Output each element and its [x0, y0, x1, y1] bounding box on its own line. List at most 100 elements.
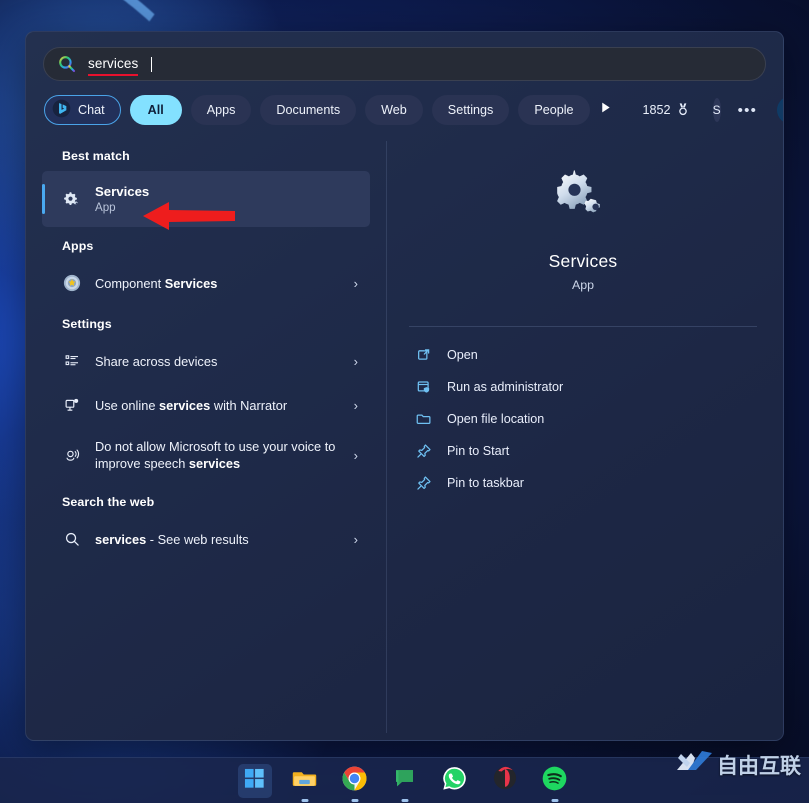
- tab-apps-label: Apps: [206, 103, 236, 117]
- action-run-as-administrator[interactable]: Run as administrator: [401, 371, 765, 403]
- preview-pane: Services App Open Run as administrator O…: [387, 137, 783, 725]
- folder-icon: [292, 766, 317, 796]
- tab-web[interactable]: Web: [365, 95, 423, 125]
- result-online-services-narrator-label: Use online services with Narrator: [95, 397, 288, 413]
- best-match-services-item[interactable]: Services App: [42, 171, 370, 227]
- tab-all-label: All: [147, 103, 164, 117]
- opera-icon: [493, 766, 517, 795]
- action-run-as-administrator-label: Run as administrator: [447, 380, 564, 394]
- narrator-icon: [62, 397, 82, 414]
- tab-all[interactable]: All: [129, 95, 182, 125]
- result-web-search[interactable]: services - See web results ›: [42, 517, 370, 561]
- search-query-wrap: services: [88, 55, 139, 76]
- action-pin-to-taskbar-label: Pin to taskbar: [447, 476, 525, 490]
- search-input[interactable]: services: [43, 47, 766, 81]
- result-speech-services-label: Do not allow Microsoft to use your voice…: [95, 439, 336, 471]
- tab-people-label: People: [534, 103, 574, 117]
- action-pin-to-start-label: Pin to Start: [447, 444, 510, 458]
- chevron-right-icon[interactable]: ›: [354, 354, 358, 369]
- windows-logo-icon: [244, 768, 265, 794]
- taskbar-spotify[interactable]: [538, 764, 572, 802]
- taskbar-file-explorer[interactable]: [288, 764, 322, 802]
- chevron-right-icon[interactable]: ›: [354, 448, 358, 463]
- spotify-icon: [542, 766, 567, 796]
- tab-apps[interactable]: Apps: [190, 95, 252, 125]
- chat-bubble-icon: [393, 767, 416, 795]
- text-caret: [151, 56, 153, 72]
- result-share-across-devices-label: Share across devices: [95, 353, 218, 369]
- whatsapp-icon: [442, 766, 467, 796]
- pin-icon: [415, 443, 433, 459]
- windows-search-panel: services Chat All Apps Documents Web Set…: [25, 31, 784, 741]
- result-component-services-label: Component Services: [95, 275, 218, 291]
- speech-icon: [62, 447, 82, 464]
- result-speech-services[interactable]: Do not allow Microsoft to use your voice…: [42, 427, 370, 483]
- account-avatar[interactable]: S: [712, 98, 721, 122]
- best-match-title: Services: [95, 183, 150, 199]
- action-open-file-location-label: Open file location: [447, 412, 545, 426]
- taskbar-whatsapp[interactable]: [438, 764, 472, 798]
- rewards-points: 1852: [642, 103, 671, 117]
- play-triangle-icon: [599, 101, 612, 119]
- tab-web-label: Web: [381, 103, 407, 117]
- taskbar-google-chrome[interactable]: [338, 764, 372, 802]
- running-indicator: [551, 799, 558, 802]
- section-header-settings: Settings: [62, 317, 112, 331]
- bing-icon: [776, 98, 783, 129]
- tab-chat[interactable]: Chat: [44, 95, 121, 125]
- gears-icon: [62, 188, 82, 211]
- search-bar-container: services: [26, 32, 783, 81]
- search-icon: [62, 531, 82, 548]
- chevron-right-icon[interactable]: ›: [354, 532, 358, 547]
- x-logo-icon: [675, 748, 715, 781]
- best-match-subtitle: App: [95, 200, 116, 214]
- bing-button[interactable]: [776, 95, 783, 125]
- action-open-file-location[interactable]: Open file location: [401, 403, 765, 435]
- chevron-right-icon[interactable]: ›: [354, 398, 358, 413]
- taskbar-start-button[interactable]: [237, 763, 272, 798]
- preview-title: Services: [548, 251, 618, 271]
- taskbar-opera-gx[interactable]: [488, 764, 522, 798]
- rewards-indicator[interactable]: 1852: [643, 102, 690, 119]
- watermark: 自由互联: [675, 748, 801, 781]
- account-initial: S: [712, 103, 721, 117]
- taskbar-messages[interactable]: [388, 764, 422, 802]
- section-header-best-match: Best match: [62, 149, 130, 163]
- best-match-text-block: Services App: [95, 184, 149, 215]
- result-component-services[interactable]: Component Services ›: [42, 261, 370, 305]
- tab-documents[interactable]: Documents: [260, 95, 357, 125]
- preview-hero: Services App: [401, 137, 765, 292]
- desktop: services Chat All Apps Documents Web Set…: [0, 0, 809, 803]
- running-indicator: [401, 799, 408, 802]
- tab-documents-label: Documents: [276, 103, 341, 117]
- ellipsis-icon: •••: [737, 101, 758, 119]
- share-devices-icon: [62, 353, 82, 370]
- chrome-icon: [342, 766, 367, 796]
- action-pin-to-start[interactable]: Pin to Start: [401, 435, 765, 467]
- shield-window-icon: [415, 379, 433, 395]
- chevron-right-icon[interactable]: ›: [354, 276, 358, 291]
- action-open-label: Open: [447, 348, 478, 362]
- watermark-text: 自由互联: [717, 753, 801, 778]
- running-indicator: [351, 799, 358, 802]
- tab-settings[interactable]: Settings: [431, 95, 510, 125]
- results-body: Best match Services App Apps Component S…: [26, 125, 783, 733]
- action-open[interactable]: Open: [401, 339, 765, 371]
- search-query-text: services: [88, 56, 139, 71]
- pin-icon: [415, 475, 433, 491]
- tab-chat-label: Chat: [78, 103, 105, 117]
- results-list: Best match Services App Apps Component S…: [26, 137, 382, 725]
- spellcheck-underline: [88, 74, 139, 76]
- result-share-across-devices[interactable]: Share across devices ›: [42, 339, 370, 383]
- more-tabs-button[interactable]: [599, 97, 612, 123]
- running-indicator: [301, 799, 308, 802]
- folder-icon: [415, 411, 433, 427]
- result-online-services-narrator[interactable]: Use online services with Narrator ›: [42, 383, 370, 427]
- section-header-apps: Apps: [62, 239, 94, 253]
- filter-tab-bar: Chat All Apps Documents Web Settings Peo…: [26, 81, 783, 125]
- section-header-search-web: Search the web: [62, 495, 155, 509]
- tab-people[interactable]: People: [518, 95, 590, 125]
- action-pin-to-taskbar[interactable]: Pin to taskbar: [401, 467, 765, 499]
- preview-actions-list: Open Run as administrator Open file loca…: [401, 327, 765, 499]
- overflow-menu-button[interactable]: •••: [738, 97, 758, 123]
